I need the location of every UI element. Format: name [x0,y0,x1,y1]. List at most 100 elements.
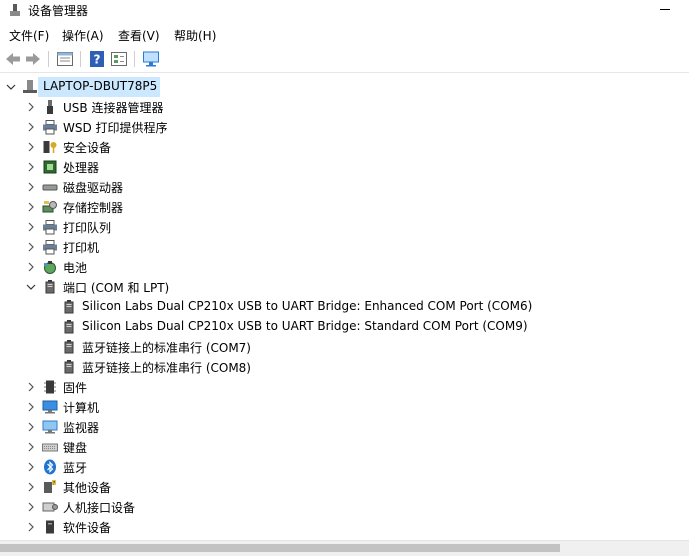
hid-icon [42,502,58,512]
chevron-right-icon[interactable] [24,140,38,154]
chevron-right-icon[interactable] [24,400,38,414]
tree-category-node[interactable]: 打印机 [0,237,689,257]
minimize-button[interactable] [660,9,670,10]
chevron-right-icon[interactable] [24,520,38,534]
category-label: 电池 [63,261,88,275]
tree-category-node[interactable]: 存储控制器 [0,197,689,217]
menu-view[interactable]: 查看(V) [118,27,160,44]
battery-icon [44,261,56,274]
device-label: Silicon Labs Dual CP210x USB to UART Bri… [82,299,533,313]
laptop-icon [23,80,37,93]
show-hidden-icon[interactable] [110,50,128,68]
toolbar-separator [80,51,81,67]
tree-category-node[interactable]: 计算机 [0,397,689,417]
chevron-right-icon[interactable] [24,440,38,454]
properties-icon[interactable] [56,50,74,68]
computer-icon [42,400,58,414]
tree-category-node[interactable]: 固件 [0,377,689,397]
port-icon [64,340,74,354]
menu-action[interactable]: 操作(A) [62,27,104,44]
tree-category-node[interactable]: ? 其他设备 [0,477,689,497]
toolbar: ? [0,46,689,73]
forward-arrow-icon[interactable] [24,50,42,68]
chevron-right-icon[interactable] [24,160,38,174]
tree-category-node[interactable]: 电池 [0,257,689,277]
tree-device-node[interactable]: 蓝牙链接上的标准串行 (COM7) [0,337,689,357]
category-label: 其他设备 [63,481,112,495]
chevron-right-icon[interactable] [24,420,38,434]
category-label: 端口 (COM 和 LPT) [63,281,170,295]
category-label: 存储控制器 [63,201,124,215]
chevron-right-icon[interactable] [24,460,38,474]
chevron-right-icon[interactable] [24,240,38,254]
category-label: 蓝牙 [63,461,88,475]
device-label: 蓝牙链接上的标准串行 (COM8) [82,361,251,375]
chevron-right-icon[interactable] [24,200,38,214]
tree-category-node[interactable]: 蓝牙 [0,457,689,477]
category-label: 安全设备 [63,141,112,155]
port-icon [64,360,74,374]
category-label: 打印队列 [63,221,112,235]
port-icon [45,280,55,294]
tree-category-node[interactable]: 安全设备 [0,137,689,157]
tree-category-node[interactable]: 人机接口设备 [0,497,689,517]
chevron-right-icon[interactable] [24,500,38,514]
toolbar-separator [134,51,135,67]
tree-category-node[interactable]: 键盘 [0,437,689,457]
menu-file[interactable]: 文件(F) [9,27,49,44]
chevron-right-icon[interactable] [24,380,38,394]
category-label: USB 连接器管理器 [63,101,164,115]
tree-category-node[interactable]: 监视器 [0,417,689,437]
tree-device-node[interactable]: Silicon Labs Dual CP210x USB to UART Bri… [0,297,689,317]
chevron-right-icon[interactable] [24,480,38,494]
chevron-right-icon[interactable] [24,180,38,194]
security-key-icon [43,141,57,153]
monitor-scan-icon[interactable] [142,50,160,68]
tree-category-node[interactable]: 打印队列 [0,217,689,237]
device-label: 蓝牙链接上的标准串行 (COM7) [82,341,251,355]
help-icon[interactable]: ? [88,50,106,68]
category-label: 监视器 [63,421,100,435]
menu-bar: 文件(F) 操作(A) 查看(V) 帮助(H) [0,24,689,44]
tree-category-node[interactable]: USB 连接器管理器 [0,97,689,117]
category-label: 磁盘驱动器 [63,181,124,195]
monitor-icon [42,420,58,434]
port-icon [64,300,74,314]
printer-icon [43,240,57,255]
horizontal-scrollbar[interactable] [0,540,689,556]
back-arrow-icon[interactable] [4,50,22,68]
firmware-icon [44,380,56,394]
svg-text:?: ? [94,53,101,67]
device-manager-app-icon [10,4,20,16]
tree-root-node[interactable]: LAPTOP-DBUT78P5 [0,77,689,97]
printer-icon [43,220,57,235]
bluetooth-icon [44,459,56,475]
printer-icon [43,120,57,135]
chevron-right-icon[interactable] [24,120,38,134]
tree-category-node[interactable]: WSD 打印提供程序 [0,117,689,137]
scrollbar-thumb[interactable] [0,544,560,552]
tree-category-node[interactable]: 端口 (COM 和 LPT) [0,277,689,297]
window-title: 设备管理器 [28,4,89,18]
processor-icon [43,160,57,174]
tree-category-node[interactable]: 软件设备 [0,517,689,537]
tree-device-node[interactable]: 蓝牙链接上的标准串行 (COM8) [0,357,689,377]
category-label: 键盘 [63,441,88,455]
chevron-right-icon[interactable] [24,260,38,274]
usb-icon [47,100,53,114]
category-label: 固件 [63,381,88,395]
chevron-down-icon[interactable] [4,80,18,94]
category-label: 计算机 [63,401,100,415]
chevron-down-icon[interactable] [24,280,38,294]
category-label: 打印机 [63,241,100,255]
tree-device-node[interactable]: Silicon Labs Dual CP210x USB to UART Bri… [0,317,689,337]
tree-category-node[interactable]: 磁盘驱动器 [0,177,689,197]
chevron-right-icon[interactable] [24,100,38,114]
title-bar: 设备管理器 [0,0,689,22]
port-icon [64,320,74,334]
storage-controller-icon [42,201,57,213]
menu-help[interactable]: 帮助(H) [174,27,216,44]
chevron-right-icon[interactable] [24,220,38,234]
tree-category-node[interactable]: 处理器 [0,157,689,177]
other-device-icon: ? [44,480,56,493]
